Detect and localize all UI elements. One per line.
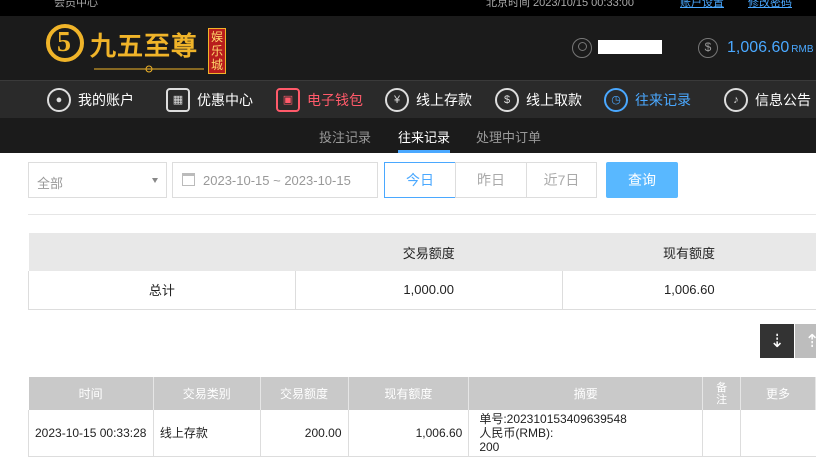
records-table: 时间 交易类别 交易额度 现有额度 摘要 备注 更多 2023-10-15 00… <box>28 377 816 457</box>
record-summary: 单号:202310153409639548 人民币(RMB): 200 <box>468 410 703 457</box>
nav-my-account[interactable]: ● 我的账户 <box>47 87 134 113</box>
summary-total-label: 总计 <box>28 271 296 310</box>
dollar-icon: $ <box>698 38 718 58</box>
logo-mark: 5 <box>46 24 84 62</box>
gift-icon: ▦ <box>166 88 190 112</box>
sort-asc-icon[interactable]: ⇡ <box>795 324 816 358</box>
sub-nav: 投注记录 往来记录 处理中订单 <box>0 118 816 153</box>
summary-header: 交易额度 现有额度 <box>28 233 816 271</box>
nav-announcements[interactable]: ♪ 信息公告 <box>724 87 811 113</box>
account-settings-link[interactable]: 账户设置 <box>680 0 724 10</box>
sort-desc-icon[interactable]: ⇣ <box>760 324 794 358</box>
summary-amount: 1,000.00 <box>294 271 563 310</box>
nav-e-wallet[interactable]: ▣ 电子钱包 <box>276 87 363 113</box>
record-type: 线上存款 <box>152 410 261 457</box>
record-more[interactable] <box>740 410 816 457</box>
summary-row: 总计 1,000.00 1,006.60 <box>28 271 816 310</box>
records-header: 时间 交易类别 交易额度 现有额度 摘要 备注 更多 <box>28 377 816 410</box>
wallet-icon: ▣ <box>276 88 300 112</box>
record-amount: 200.00 <box>259 410 348 457</box>
type-select[interactable]: 全部 <box>28 162 167 198</box>
summary-header-cell <box>28 233 296 271</box>
balance-currency: RMB <box>791 44 814 55</box>
tab-pending-orders[interactable]: 处理中订单 <box>476 127 541 146</box>
logo-name: 九五至尊 <box>90 32 199 62</box>
user-icon: ● <box>47 88 71 112</box>
nav-promotions[interactable]: ▦ 优惠中心 <box>166 87 253 113</box>
summary-header-cell: 交易额度 <box>295 233 563 271</box>
username-redacted <box>598 40 662 54</box>
nav-online-deposit[interactable]: ¥ 线上存款 <box>385 87 472 113</box>
date-range-input[interactable]: 2023-10-15 ~ 2023-10-15 <box>172 162 378 198</box>
type-select-value: 全部 <box>37 176 64 191</box>
tab-transaction-records[interactable]: 往来记录 <box>398 127 451 153</box>
record-currency: 人民币(RMB): <box>479 425 554 440</box>
col-amount: 交易额度 <box>260 377 349 410</box>
nav-online-withdraw[interactable]: $ 线上取款 <box>495 87 582 113</box>
col-more: 更多 <box>740 377 816 410</box>
today-button[interactable]: 今日 <box>384 162 456 198</box>
withdraw-icon: $ <box>495 88 519 112</box>
user-icon[interactable] <box>572 38 592 58</box>
header: 5 九五至尊 娱乐城 $ 1,006.60 RMB <box>0 16 816 80</box>
member-center-label: 会员中心 <box>54 0 98 9</box>
col-note: 备注 <box>702 377 742 410</box>
bell-icon: ♪ <box>724 88 748 112</box>
col-balance: 现有额度 <box>348 377 470 410</box>
change-password-link[interactable]: 修改密码 <box>748 0 792 10</box>
tab-bet-records[interactable]: 投注记录 <box>319 127 371 146</box>
record-note <box>702 410 741 457</box>
deposit-icon: ¥ <box>385 88 409 112</box>
record-balance: 1,006.60 <box>347 410 469 457</box>
date-range-value: 2023-10-15 ~ 2023-10-15 <box>203 173 351 188</box>
yesterday-button[interactable]: 昨日 <box>455 162 527 198</box>
top-strip: 会员中心 北京时间 2023/10/15 00:33:00 账户设置 修改密码 <box>0 0 816 16</box>
col-type: 交易类别 <box>153 377 261 410</box>
site-logo[interactable]: 5 九五至尊 娱乐城 <box>46 22 226 76</box>
server-time: 北京时间 2023/10/15 00:33:00 <box>486 0 634 9</box>
summary-header-cell: 现有额度 <box>562 233 816 271</box>
record-time: 2023-10-15 00:33:28 <box>28 410 154 457</box>
history-icon: ◷ <box>604 88 628 112</box>
table-row: 2023-10-15 00:33:28 线上存款 200.00 1,006.60… <box>28 410 816 457</box>
record-order-number: 单号:202310153409639548 <box>479 411 627 426</box>
summary-table: 交易额度 现有额度 总计 1,000.00 1,006.60 <box>28 233 816 310</box>
balance-display: 1,006.60 RMB <box>727 39 814 57</box>
last-7-days-button[interactable]: 近7日 <box>526 162 597 198</box>
nav-transaction-history[interactable]: ◷ 往来记录 <box>604 87 691 113</box>
caret-down-icon <box>152 178 158 183</box>
col-summary: 摘要 <box>468 377 704 410</box>
balance-amount: 1,006.60 <box>727 39 790 56</box>
summary-balance: 1,006.60 <box>561 271 816 310</box>
logo-ornament <box>94 65 204 73</box>
record-currency-amount: 200 <box>479 439 500 454</box>
query-button[interactable]: 查询 <box>606 162 678 198</box>
divider <box>28 214 816 215</box>
logo-badge: 娱乐城 <box>208 28 226 74</box>
col-time: 时间 <box>28 377 154 410</box>
calendar-icon <box>182 173 195 186</box>
main-nav: ● 我的账户 ▦ 优惠中心 ▣ 电子钱包 ¥ 线上存款 $ 线上取款 ◷ 往来记录 ♪ 信息公… <box>0 80 816 118</box>
